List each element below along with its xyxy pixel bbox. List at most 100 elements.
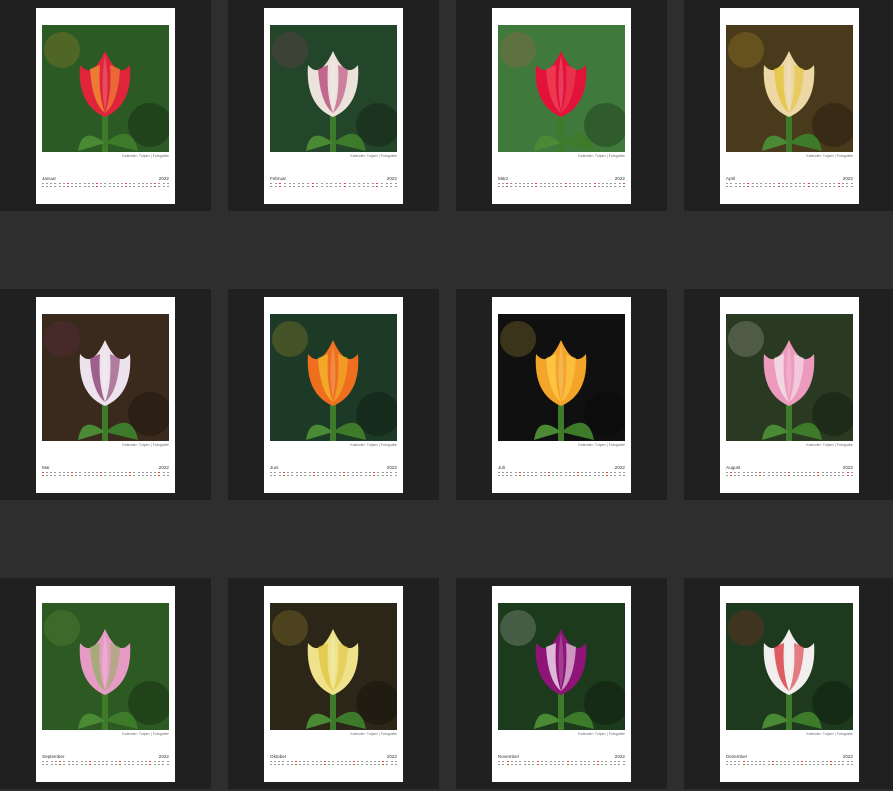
day-cell bbox=[560, 472, 563, 480]
day-cell bbox=[385, 183, 388, 191]
day-cell bbox=[506, 472, 509, 480]
day-cell bbox=[610, 472, 613, 480]
day-cell bbox=[129, 183, 132, 191]
calendar-page-thumbnail[interactable]: Kalender: Tulpen | Fotografie Juni 2022 bbox=[228, 289, 439, 500]
day-cell bbox=[568, 472, 571, 480]
calendar-page-thumbnail[interactable]: Kalender: Tulpen | Fotografie April 2022 bbox=[684, 0, 893, 211]
day-cell bbox=[394, 472, 397, 480]
tulip-photo bbox=[498, 314, 625, 441]
day-cell bbox=[357, 183, 360, 191]
day-cell bbox=[293, 183, 296, 191]
calendar-page: Kalender: Tulpen | Fotografie Januar 2022 bbox=[36, 8, 175, 204]
day-cell bbox=[811, 183, 814, 191]
calendar-page-thumbnail[interactable]: Kalender: Tulpen | Fotografie Mai 2022 bbox=[0, 289, 211, 500]
day-cell bbox=[543, 183, 546, 191]
calendar-page-thumbnail[interactable]: Kalender: Tulpen | Fotografie November 202… bbox=[456, 578, 667, 789]
day-cell bbox=[726, 761, 728, 769]
photo-frame bbox=[42, 314, 169, 441]
photo-frame bbox=[726, 603, 853, 730]
day-cell bbox=[97, 761, 100, 769]
photo-credit: Kalender: Tulpen | Fotografie bbox=[806, 154, 853, 158]
calendar-page: Kalender: Tulpen | Fotografie Dezember 202… bbox=[720, 586, 859, 782]
day-cell bbox=[87, 472, 90, 480]
day-cell bbox=[50, 761, 53, 769]
day-cell bbox=[601, 761, 604, 769]
day-cell bbox=[357, 761, 360, 769]
day-cell bbox=[750, 761, 753, 769]
day-cell bbox=[394, 761, 397, 769]
day-cell bbox=[321, 472, 324, 480]
calendar-page: Kalender: Tulpen | Fotografie Juli 2022 bbox=[492, 297, 631, 493]
day-cell bbox=[79, 183, 82, 191]
day-cell bbox=[788, 472, 791, 480]
day-cell bbox=[759, 761, 762, 769]
calendar-page-thumbnail[interactable]: Kalender: Tulpen | Fotografie Januar 2022 bbox=[0, 0, 211, 211]
day-cell bbox=[153, 761, 156, 769]
day-cell bbox=[834, 761, 837, 769]
day-cell bbox=[390, 761, 393, 769]
day-cell bbox=[42, 761, 44, 769]
day-cell bbox=[154, 472, 157, 480]
day-cell bbox=[348, 761, 351, 769]
day-cell bbox=[498, 183, 500, 191]
day-cell bbox=[371, 183, 374, 191]
day-cell bbox=[543, 472, 546, 480]
year-label: 2022 bbox=[842, 754, 853, 759]
day-cell bbox=[283, 183, 286, 191]
day-cell bbox=[59, 761, 62, 769]
day-cell bbox=[100, 183, 103, 191]
day-cell bbox=[606, 472, 609, 480]
photo-frame bbox=[270, 603, 397, 730]
day-cell bbox=[149, 761, 152, 769]
day-cell bbox=[133, 472, 136, 480]
day-cell bbox=[837, 183, 840, 191]
day-cell bbox=[376, 183, 379, 191]
day-cell bbox=[71, 183, 74, 191]
tulip-photo bbox=[498, 603, 625, 730]
day-strip bbox=[498, 761, 625, 769]
day-cell bbox=[518, 472, 521, 480]
day-cell bbox=[137, 472, 140, 480]
day-cell bbox=[362, 183, 365, 191]
calendar-page-thumbnail[interactable]: Kalender: Tulpen | Fotografie März 2022 bbox=[456, 0, 667, 211]
day-cell bbox=[742, 761, 745, 769]
day-cell bbox=[817, 472, 820, 480]
day-cell bbox=[750, 472, 753, 480]
day-cell bbox=[751, 183, 754, 191]
photo-credit: Kalender: Tulpen | Fotografie bbox=[350, 154, 397, 158]
day-cell bbox=[522, 472, 525, 480]
day-cell bbox=[140, 761, 143, 769]
calendar-page: Kalender: Tulpen | Fotografie Mai 2022 bbox=[36, 297, 175, 493]
day-cell bbox=[390, 472, 393, 480]
year-label: 2022 bbox=[386, 465, 397, 470]
calendar-page-thumbnail[interactable]: Kalender: Tulpen | Fotografie August 2022 bbox=[684, 289, 893, 500]
day-strip bbox=[726, 183, 853, 191]
day-cell bbox=[307, 183, 309, 191]
day-cell bbox=[46, 472, 49, 480]
day-cell bbox=[755, 761, 758, 769]
day-cell bbox=[498, 761, 500, 769]
day-cell bbox=[120, 183, 123, 191]
day-cell bbox=[531, 472, 534, 480]
day-cell bbox=[510, 183, 513, 191]
day-cell bbox=[532, 761, 535, 769]
calendar-page-thumbnail[interactable]: Kalender: Tulpen | Fotografie Februar 2022 bbox=[228, 0, 439, 211]
day-cell bbox=[311, 761, 314, 769]
day-cell bbox=[42, 472, 44, 480]
day-cell bbox=[515, 761, 518, 769]
day-cell bbox=[763, 472, 766, 480]
day-cell bbox=[759, 472, 762, 480]
day-strip bbox=[726, 472, 853, 480]
day-cell bbox=[804, 761, 807, 769]
calendar-page-thumbnail[interactable]: Kalender: Tulpen | Fotografie Dezember 202… bbox=[684, 578, 893, 789]
day-cell bbox=[67, 761, 70, 769]
day-cell bbox=[734, 761, 737, 769]
day-cell bbox=[756, 183, 759, 191]
day-cell bbox=[842, 761, 845, 769]
calendar-page-thumbnail[interactable]: Kalender: Tulpen | Fotografie September 20… bbox=[0, 578, 211, 789]
photo-frame bbox=[270, 314, 397, 441]
day-cell bbox=[767, 761, 770, 769]
day-cell bbox=[803, 183, 806, 191]
calendar-page-thumbnail[interactable]: Kalender: Tulpen | Fotografie Oktober 2022 bbox=[228, 578, 439, 789]
calendar-page-thumbnail[interactable]: Kalender: Tulpen | Fotografie Juli 2022 bbox=[456, 289, 667, 500]
